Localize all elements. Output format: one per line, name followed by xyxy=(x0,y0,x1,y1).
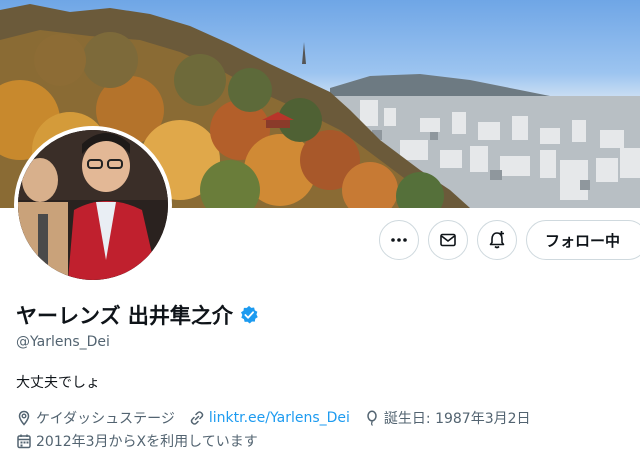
profile-meta-row-2: 2012年3月からXを利用しています xyxy=(16,431,272,450)
mail-icon xyxy=(440,233,456,247)
bio: 大丈夫でしょ xyxy=(16,375,100,391)
location-item: ケイダッシュステージ xyxy=(16,408,175,428)
avatar-image xyxy=(18,130,168,280)
location-text: ケイダッシュステージ xyxy=(36,411,175,427)
more-icon xyxy=(391,238,407,242)
more-button[interactable] xyxy=(379,220,419,260)
website-link[interactable]: linktr.ee/Yarlens_Dei xyxy=(209,410,350,426)
profile-meta-row: ケイダッシュステージ linktr.ee/Yarlens_Dei 誕生日: 19… xyxy=(16,408,545,428)
display-name-row: ヤーレンズ 出井隼之介 xyxy=(16,300,259,330)
following-button[interactable]: フォロー中 xyxy=(526,220,640,260)
link-icon xyxy=(190,411,204,425)
birthday-item: 誕生日: 1987年3月2日 xyxy=(364,408,531,428)
verified-badge-icon[interactable] xyxy=(239,305,259,325)
handle: @Yarlens_Dei xyxy=(16,334,110,350)
notify-button[interactable] xyxy=(477,220,517,260)
avatar[interactable] xyxy=(14,126,172,284)
joined-text: 2012年3月からXを利用しています xyxy=(36,434,258,450)
joined-item: 2012年3月からXを利用しています xyxy=(16,431,258,450)
balloon-icon xyxy=(367,410,377,426)
location-pin-icon xyxy=(18,410,30,426)
bell-plus-icon xyxy=(489,231,505,249)
message-button[interactable] xyxy=(428,220,468,260)
calendar-icon xyxy=(17,434,31,449)
display-name: ヤーレンズ 出井隼之介 xyxy=(16,304,233,328)
birthday-text: 誕生日: 1987年3月2日 xyxy=(383,411,531,427)
website-item[interactable]: linktr.ee/Yarlens_Dei xyxy=(189,410,350,426)
